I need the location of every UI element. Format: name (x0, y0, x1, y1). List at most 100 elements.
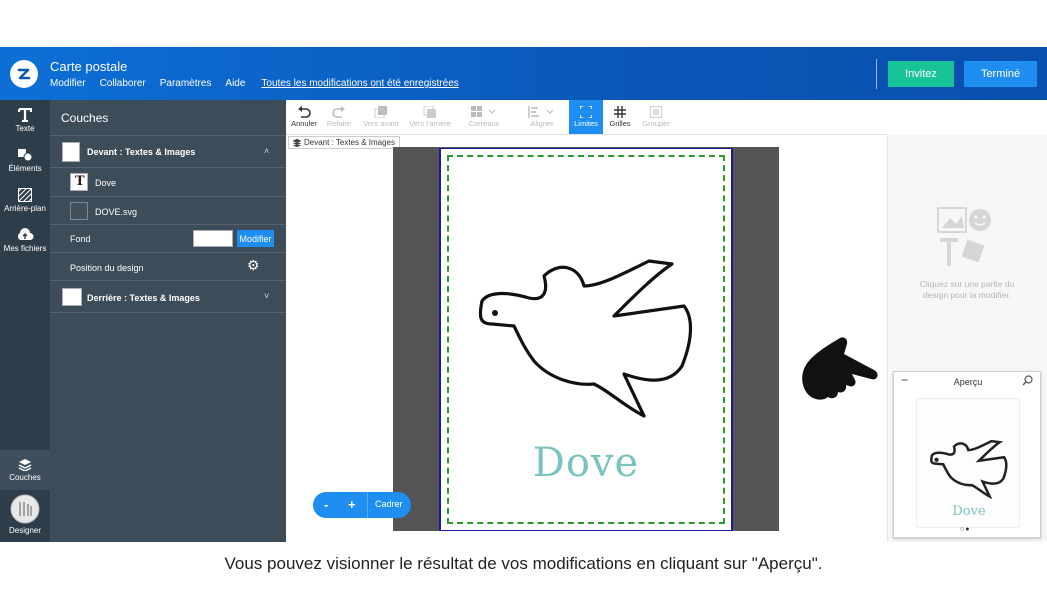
preview-dove-image (930, 439, 1008, 499)
main-menu: Modifier Collaborer Paramètres Aide Tout… (50, 78, 459, 89)
menu-collaborer[interactable]: Collaborer (100, 78, 146, 89)
layers-panel: Couches Devant : Textes & Images ˄ T Dov… (50, 100, 286, 542)
background-pattern-icon (18, 188, 32, 202)
rail-item-arriere-plan[interactable]: Arrière-plan (0, 188, 50, 213)
layer-item-dove-label: Dove (95, 178, 117, 188)
send-backward-label: Vers l'arrière (409, 119, 451, 128)
rail-label-mes-fichiers: Mes fichiers (3, 244, 47, 253)
bring-forward-tool[interactable]: Vers avant (359, 100, 403, 134)
gear-icon[interactable]: ⚙ (247, 257, 260, 274)
tiles-label: Carreaux (468, 119, 500, 128)
layers-panel-title: Couches (61, 111, 109, 125)
undo-label: Annuler (291, 119, 317, 128)
menu-aide[interactable]: Aide (225, 78, 245, 89)
background-label: Fond (70, 234, 91, 244)
redo-label: Refaire (326, 119, 352, 128)
grids-label: Grilles (609, 119, 631, 128)
rail-item-elements[interactable]: Éléments (0, 148, 50, 173)
chevron-up-icon[interactable]: ˄ (264, 146, 269, 156)
side-breadcrumb[interactable]: Devant : Textes & Images (288, 136, 401, 149)
layer-group-front-label: Devant : Textes & Images (87, 147, 196, 157)
group-tool[interactable]: Grouper (638, 100, 674, 134)
modify-background-button[interactable]: Modifier (237, 230, 274, 247)
zoom-fit-button[interactable]: Cadrer (375, 499, 403, 509)
preview-panel[interactable]: − Aperçu Dove ○● (893, 371, 1041, 538)
limits-icon (580, 106, 592, 118)
send-backward-tool[interactable]: Vers l'arrière (407, 100, 453, 134)
header-divider (876, 59, 877, 89)
invite-button[interactable]: Invitez (888, 61, 954, 87)
breadcrumb-label: Devant : Textes & Images (304, 138, 396, 147)
design-position-row[interactable]: Position du design ⚙ (50, 252, 286, 280)
tutorial-caption: Vous pouvez visionner le résultat de vos… (224, 554, 823, 573)
tutorial-frame: Carte postale Modifier Collaborer Paramè… (0, 0, 1047, 590)
menu-parametres[interactable]: Paramètres (160, 78, 212, 89)
dove-image[interactable] (474, 256, 698, 422)
rail-label-texte: Texte (15, 124, 35, 133)
select-hint-text: Cliquez sur une partie du design pour la… (919, 279, 1015, 300)
background-row: Fond Modifier (50, 224, 286, 252)
layer-item-dove-text[interactable]: T Dove (50, 167, 286, 196)
chevron-down-icon[interactable]: ˅ (264, 291, 269, 301)
group-icon (650, 106, 662, 118)
text-tool-icon (18, 108, 32, 122)
bring-forward-label: Vers avant (363, 119, 399, 128)
back-thumbnail (62, 288, 82, 306)
save-status-link[interactable]: Toutes les modifications ont été enregis… (261, 78, 458, 89)
rail-label-elements: Éléments (8, 164, 42, 173)
tool-rail: Texte Éléments Arrière-plan Mes fichiers… (0, 100, 50, 542)
design-position-label: Position du design (70, 263, 144, 273)
top-header: Carte postale Modifier Collaborer Paramè… (0, 47, 1047, 100)
grids-tool[interactable]: Grilles (604, 100, 636, 134)
toolbar-divider (286, 134, 887, 135)
group-label: Grouper (642, 119, 670, 128)
rail-label-designer: Designer (8, 526, 41, 535)
magnifier-icon[interactable] (1022, 375, 1033, 386)
menu-modifier[interactable]: Modifier (50, 78, 86, 89)
undo-icon (298, 106, 311, 118)
layers-small-icon (293, 138, 301, 147)
redo-tool[interactable]: Refaire (323, 100, 355, 134)
card-text-dove[interactable]: Dove (447, 440, 725, 486)
rail-item-couches[interactable]: Couches (0, 450, 50, 490)
rail-label-arriere-plan: Arrière-plan (4, 204, 46, 213)
layer-item-dove-svg[interactable]: DOVE.svg (50, 196, 286, 224)
limits-tool[interactable]: Limites (569, 100, 603, 134)
preview-title: Aperçu (953, 377, 983, 387)
background-color-swatch[interactable] (193, 230, 233, 247)
zazzle-logo-icon[interactable] (10, 60, 38, 88)
redo-icon (332, 106, 345, 118)
svg-layer-thumbnail (70, 202, 88, 220)
zoom-divider (367, 492, 368, 518)
designer-avatar-icon (10, 494, 40, 524)
elements-icon (18, 149, 33, 162)
layer-item-svg-label: DOVE.svg (95, 207, 138, 217)
rail-item-mes-fichiers[interactable]: Mes fichiers (0, 228, 50, 253)
zoom-in-button[interactable]: + (348, 497, 356, 512)
pointing-hand-icon (802, 337, 878, 400)
align-tool[interactable]: Aligner (516, 100, 568, 134)
layer-group-back[interactable]: Derrière : Textes & Images ˅ (50, 280, 286, 313)
limits-label: Limites (574, 119, 598, 128)
preview-card-text: Dove (952, 504, 986, 519)
layer-group-back-label: Derrière : Textes & Images (87, 293, 200, 303)
tiles-tool[interactable]: Carreaux (458, 100, 510, 134)
layer-group-front[interactable]: Devant : Textes & Images ˄ (50, 135, 286, 167)
send-backward-icon (423, 106, 436, 118)
layers-stack-icon (18, 459, 32, 471)
preview-card: Dove (916, 398, 1020, 528)
text-layer-icon: T (70, 173, 88, 191)
tiles-icon (471, 106, 496, 117)
preview-page-dots[interactable]: ○● (960, 526, 970, 533)
rail-item-designer[interactable]: Designer (0, 494, 50, 542)
done-button[interactable]: Terminé (964, 61, 1037, 87)
align-label: Aligner (530, 119, 554, 128)
undo-tool[interactable]: Annuler (288, 100, 320, 134)
cloud-upload-icon (17, 228, 34, 240)
bring-forward-icon (374, 106, 387, 118)
rail-item-texte[interactable]: Texte (0, 108, 50, 133)
edit-toolbar: Annuler Refaire Vers avant Vers l'arrièr… (286, 100, 686, 134)
rail-label-couches: Couches (9, 473, 41, 482)
zoom-out-button[interactable]: - (324, 497, 328, 512)
front-thumbnail (62, 142, 80, 162)
